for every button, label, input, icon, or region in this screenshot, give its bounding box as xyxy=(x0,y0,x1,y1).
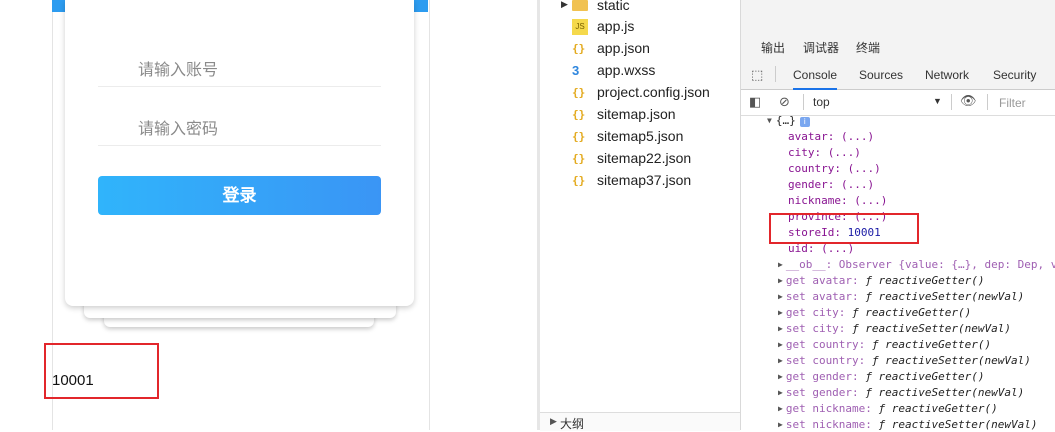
debug-tab-bar: 输出 调试器 终端 xyxy=(741,32,1055,62)
setter-avatar[interactable]: ▶ set avatar: ƒ reactiveSetter(newVal) xyxy=(778,289,1024,305)
file-name: app.wxss xyxy=(597,62,656,78)
expand-right-icon: ▶ xyxy=(778,404,783,413)
password-input[interactable]: 请输入密码 xyxy=(98,105,381,146)
tab-sources[interactable]: Sources xyxy=(859,68,903,82)
tab-terminal[interactable]: 终端 xyxy=(856,39,880,56)
setter-city[interactable]: ▶ set city: ƒ reactiveSetter(newVal) xyxy=(778,321,1011,337)
expand-right-icon: ▶ xyxy=(778,324,783,333)
simulator-preview: 请输入账号 请输入密码 登录 10001 xyxy=(0,0,540,430)
prop-avatar[interactable]: avatar: (...) xyxy=(788,129,874,145)
prop-country[interactable]: country: (...) xyxy=(788,161,881,177)
prop-ob[interactable]: ▶ __ob__: Observer {value: {…}, dep: Dep,… xyxy=(778,257,1055,273)
console-output: ▼ {…} i avatar: (...) city: (...) country:… xyxy=(741,116,1055,430)
file-name: app.json xyxy=(597,40,650,56)
object-header[interactable]: ▼ {…} i xyxy=(767,116,810,129)
getter-avatar[interactable]: ▶ get avatar: ƒ reactiveGetter() xyxy=(778,273,985,289)
file-explorer: ▶ static JS app.js {} app.json 3 app.wxs… xyxy=(540,0,740,431)
getter-country[interactable]: ▶ get country: ƒ reactiveGetter() xyxy=(778,337,991,353)
account-input[interactable]: 请输入账号 xyxy=(98,46,381,87)
devtools-tab-bar: ⬚ Console Sources Network Security xyxy=(741,60,1055,90)
inspect-element-icon[interactable]: ⬚ xyxy=(751,67,763,83)
expand-down-icon: ▼ xyxy=(767,116,772,125)
divider xyxy=(951,94,952,110)
outline-section[interactable]: ▶ 大纲 xyxy=(540,412,740,431)
expand-right-icon: ▶ xyxy=(778,356,783,365)
expand-right-icon: ▶ xyxy=(778,276,783,285)
outline-label: 大纲 xyxy=(560,417,585,431)
json-file-icon: {} xyxy=(572,174,586,187)
getter-nickname[interactable]: ▶ get nickname: ƒ reactiveGetter() xyxy=(778,401,998,417)
expand-right-icon: ▶ xyxy=(778,260,783,269)
js-file-icon: JS xyxy=(572,19,588,35)
clear-console-icon[interactable]: ⊘ xyxy=(779,94,790,110)
setter-nickname[interactable]: ▶ set nickname: ƒ reactiveSetter(newVal) xyxy=(778,417,1038,430)
divider xyxy=(803,94,804,110)
json-file-icon: {} xyxy=(572,42,586,55)
divider xyxy=(987,94,988,110)
info-icon: i xyxy=(799,117,810,127)
account-placeholder: 请输入账号 xyxy=(138,62,219,79)
file-name: sitemap22.json xyxy=(597,150,692,166)
css-file-icon: 3 xyxy=(572,63,580,78)
file-name: app.js xyxy=(597,18,635,34)
tab-console[interactable]: Console xyxy=(793,68,838,90)
file-name: static xyxy=(597,0,630,13)
highlight-box-store-id-console xyxy=(769,213,919,244)
prop-nickname[interactable]: nickname: (...) xyxy=(788,193,887,209)
tab-debugger[interactable]: 调试器 xyxy=(803,39,840,62)
sidebar-toggle-icon[interactable]: ◧ xyxy=(749,94,761,110)
tab-output[interactable]: 输出 xyxy=(761,39,785,56)
login-button[interactable]: 登录 xyxy=(98,176,381,215)
eye-icon[interactable]: 👁 xyxy=(960,93,977,109)
expand-right-icon: ▶ xyxy=(778,308,783,317)
console-toolbar: ◧ ⊘ top ▼ 👁 Filter xyxy=(741,90,1055,116)
getter-gender[interactable]: ▶ get gender: ƒ reactiveGetter() xyxy=(778,369,985,385)
expand-right-icon: ▶ xyxy=(778,292,783,301)
setter-gender[interactable]: ▶ set gender: ƒ reactiveSetter(newVal) xyxy=(778,385,1024,401)
file-name: sitemap5.json xyxy=(597,128,684,144)
expand-right-icon: ▶ xyxy=(778,420,783,429)
expand-right-icon: ▶ xyxy=(778,340,783,349)
chevron-right-icon: ▶ xyxy=(550,416,557,426)
context-selector[interactable]: top xyxy=(813,95,830,109)
password-placeholder: 请输入密码 xyxy=(138,121,219,138)
expand-right-icon: ▶ xyxy=(778,372,783,381)
json-file-icon: {} xyxy=(572,152,586,165)
expand-right-icon: ▶ xyxy=(778,388,783,397)
file-name: sitemap.json xyxy=(597,106,676,122)
prop-gender[interactable]: gender: (...) xyxy=(788,177,874,193)
setter-country[interactable]: ▶ set country: ƒ reactiveSetter(newVal) xyxy=(778,353,1031,369)
dropdown-arrow-icon[interactable]: ▼ xyxy=(933,96,942,106)
file-name: sitemap37.json xyxy=(597,172,692,188)
tab-network[interactable]: Network xyxy=(925,68,969,82)
devtools-top-area xyxy=(741,0,1055,33)
file-name: project.config.json xyxy=(597,84,710,100)
expand-arrow-icon[interactable]: ▶ xyxy=(561,0,568,10)
json-file-icon: {} xyxy=(572,108,586,121)
json-file-icon: {} xyxy=(572,86,586,99)
tab-security[interactable]: Security xyxy=(993,68,1036,82)
filter-input[interactable]: Filter xyxy=(999,96,1026,110)
json-file-icon: {} xyxy=(572,130,586,143)
divider xyxy=(775,66,776,82)
getter-city[interactable]: ▶ get city: ƒ reactiveGetter() xyxy=(778,305,971,321)
prop-city[interactable]: city: (...) xyxy=(788,145,861,161)
folder-icon xyxy=(572,0,588,11)
highlight-box-store-id xyxy=(44,343,159,399)
